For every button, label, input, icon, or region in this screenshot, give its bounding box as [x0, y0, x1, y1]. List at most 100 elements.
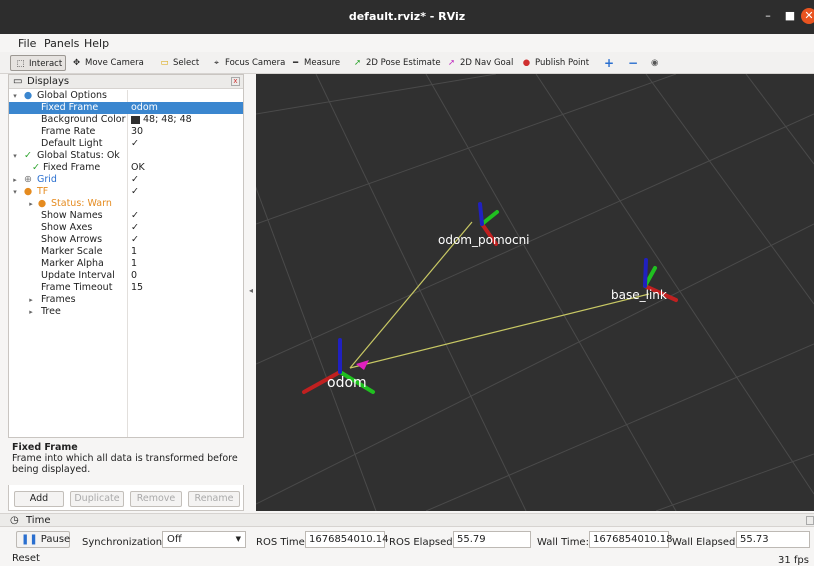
tree-row-status-fixed-frame[interactable]: ✓ Fixed Frame OK [9, 162, 243, 174]
panel-close-icon[interactable]: x [231, 77, 240, 86]
tool-measure[interactable]: ━ Measure [289, 55, 340, 71]
expand-arrow-icon[interactable]: ▸ [27, 294, 35, 306]
3d-viewport[interactable]: odom odom_pomocni base_link [256, 74, 814, 511]
menu-help[interactable]: Help [84, 37, 109, 50]
camera-type-button[interactable]: ◉ [651, 55, 658, 71]
frame-label-odom: odom [327, 375, 367, 391]
tree-row-show-names[interactable]: Show Names ✓ [9, 210, 243, 222]
tree-row-label: Show Names [41, 210, 103, 221]
marker-scale-value[interactable]: 1 [131, 246, 137, 258]
tree-row-global-status[interactable]: ▾ ✓ Global Status: Ok [9, 150, 243, 162]
tool-interact[interactable]: ⬚ Interact [10, 55, 67, 71]
maximize-button[interactable]: ■ [782, 8, 798, 24]
tree-row-marker-alpha[interactable]: Marker Alpha 1 [9, 258, 243, 270]
tree-row-frame-rate[interactable]: Frame Rate 30 [9, 126, 243, 138]
tool-focus-camera[interactable]: ⌖ Focus Camera [210, 55, 285, 71]
panel-close-icon[interactable] [806, 516, 814, 525]
tree-row-tf-status[interactable]: ▸ ● Status: Warn [9, 198, 243, 210]
rename-display-button[interactable]: Rename [188, 491, 240, 507]
tree-row-update-interval[interactable]: Update Interval 0 [9, 270, 243, 282]
close-button[interactable]: ✕ [801, 8, 814, 24]
window-title: default.rviz* - RViz [348, 10, 466, 23]
tree-row-frame-timeout[interactable]: Frame Timeout 15 [9, 282, 243, 294]
tree-row-fixed-frame[interactable]: Fixed Frame odom [9, 102, 243, 114]
show-axes-checkbox[interactable]: ✓ [131, 222, 139, 234]
duplicate-display-button[interactable]: Duplicate [70, 491, 124, 507]
remove-display-button[interactable]: Remove [130, 491, 182, 507]
collapse-arrow-icon[interactable]: ▾ [11, 186, 19, 198]
tree-row-grid[interactable]: ▸ ⊕ Grid ✓ [9, 174, 243, 186]
tool-measure-label: Measure [304, 58, 341, 68]
tree-row-background-color[interactable]: Background Color 48; 48; 48 [9, 114, 243, 126]
ros-time-label: ROS Time: [256, 537, 309, 548]
frame-rate-value[interactable]: 30 [131, 126, 143, 138]
marker-alpha-value[interactable]: 1 [131, 258, 137, 270]
collapse-arrow-icon[interactable]: ▾ [11, 90, 19, 102]
tool-move-camera[interactable]: ✥ Move Camera [70, 55, 144, 71]
tree-row-label: Grid [37, 174, 57, 185]
background-color-value[interactable]: 48; 48; 48 [131, 114, 192, 126]
update-interval-value[interactable]: 0 [131, 270, 137, 282]
tree-row-label: Global Status: Ok [37, 150, 120, 161]
minimize-button[interactable]: – [760, 8, 776, 24]
reset-button[interactable]: Reset [12, 553, 40, 564]
add-display-button[interactable]: Add [14, 491, 64, 507]
wall-time-field[interactable]: 1676854010.18 [589, 531, 673, 548]
tree-row-label: Default Light [41, 138, 103, 149]
splitter-handle[interactable]: ◂ [249, 286, 253, 295]
tool-select[interactable]: ▭ Select [158, 55, 199, 71]
time-title: Time [26, 515, 51, 526]
tool-select-label: Select [173, 58, 200, 68]
expand-arrow-icon[interactable]: ▸ [27, 198, 35, 210]
expand-arrow-icon[interactable]: ▸ [11, 174, 19, 186]
sync-value: Off [167, 534, 182, 545]
default-light-checkbox[interactable]: ✓ [131, 138, 139, 150]
fixed-frame-value[interactable]: odom [131, 102, 158, 114]
tree-row-global-options[interactable]: ▾ ● Global Options [9, 90, 243, 102]
tool-2d-nav-goal[interactable]: ➚ 2D Nav Goal [445, 55, 513, 71]
show-arrows-checkbox[interactable]: ✓ [131, 234, 139, 246]
ros-time-field[interactable]: 1676854010.14 [305, 531, 389, 548]
show-names-checkbox[interactable]: ✓ [131, 210, 139, 222]
ros-elapsed-label: ROS Elapsed: [389, 537, 456, 548]
tree-row-frames[interactable]: ▸ Frames [9, 294, 243, 306]
frame-timeout-value[interactable]: 15 [131, 282, 143, 294]
tree-row-marker-scale[interactable]: Marker Scale 1 [9, 246, 243, 258]
tree-row-label: Marker Scale [41, 246, 103, 257]
remove-tool-button[interactable]: − [628, 55, 638, 71]
tool-2d-pose-estimate[interactable]: ➚ 2D Pose Estimate [351, 55, 441, 71]
tool-publish-point-label: Publish Point [535, 58, 590, 68]
tree-row-label: Fixed Frame [43, 162, 101, 173]
tree-row-show-axes[interactable]: Show Axes ✓ [9, 222, 243, 234]
sync-select[interactable]: Off ▼ [162, 531, 246, 548]
tree-row-default-light[interactable]: Default Light ✓ [9, 138, 243, 150]
toolbar: ⬚ Interact ✥ Move Camera ▭ Select ⌖ Focus Ca… [0, 52, 814, 74]
ros-elapsed-field[interactable]: 55.79 [453, 531, 531, 548]
color-swatch [131, 115, 140, 124]
pause-button[interactable]: ❚❚ Pause [16, 531, 70, 548]
expand-arrow-icon[interactable]: ▸ [27, 306, 35, 318]
title-bar: default.rviz* - RViz – ■ ✕ [0, 0, 814, 34]
grid-icon: ⊕ [24, 174, 32, 185]
tree-row-label: Tree [41, 306, 61, 317]
tree-row-tf[interactable]: ▾ ● TF ✓ [9, 186, 243, 198]
tree-row-label: Marker Alpha [41, 258, 104, 269]
menu-file[interactable]: File [18, 37, 36, 50]
tree-row-label: Frames [41, 294, 76, 305]
description-title: Fixed Frame [12, 442, 78, 453]
tree-row-show-arrows[interactable]: Show Arrows ✓ [9, 234, 243, 246]
ok-check-icon: ✓ [24, 150, 32, 161]
add-tool-button[interactable]: + [604, 55, 614, 71]
wall-elapsed-field[interactable]: 55.73 [736, 531, 810, 548]
clock-icon: ◷ [10, 515, 19, 526]
grid-enabled-checkbox[interactable]: ✓ [131, 174, 139, 186]
menu-panels[interactable]: Panels [44, 37, 79, 50]
collapse-arrow-icon[interactable]: ▾ [11, 150, 19, 162]
tree-row-tree[interactable]: ▸ Tree [9, 306, 243, 318]
tool-publish-point[interactable]: ● Publish Point [520, 55, 589, 71]
chevron-down-icon: ▼ [235, 535, 241, 543]
ok-check-icon: ✓ [32, 162, 40, 173]
tree-row-label: TF [37, 186, 49, 197]
tf-enabled-checkbox[interactable]: ✓ [131, 186, 139, 198]
tree-row-label: Frame Rate [41, 126, 96, 137]
